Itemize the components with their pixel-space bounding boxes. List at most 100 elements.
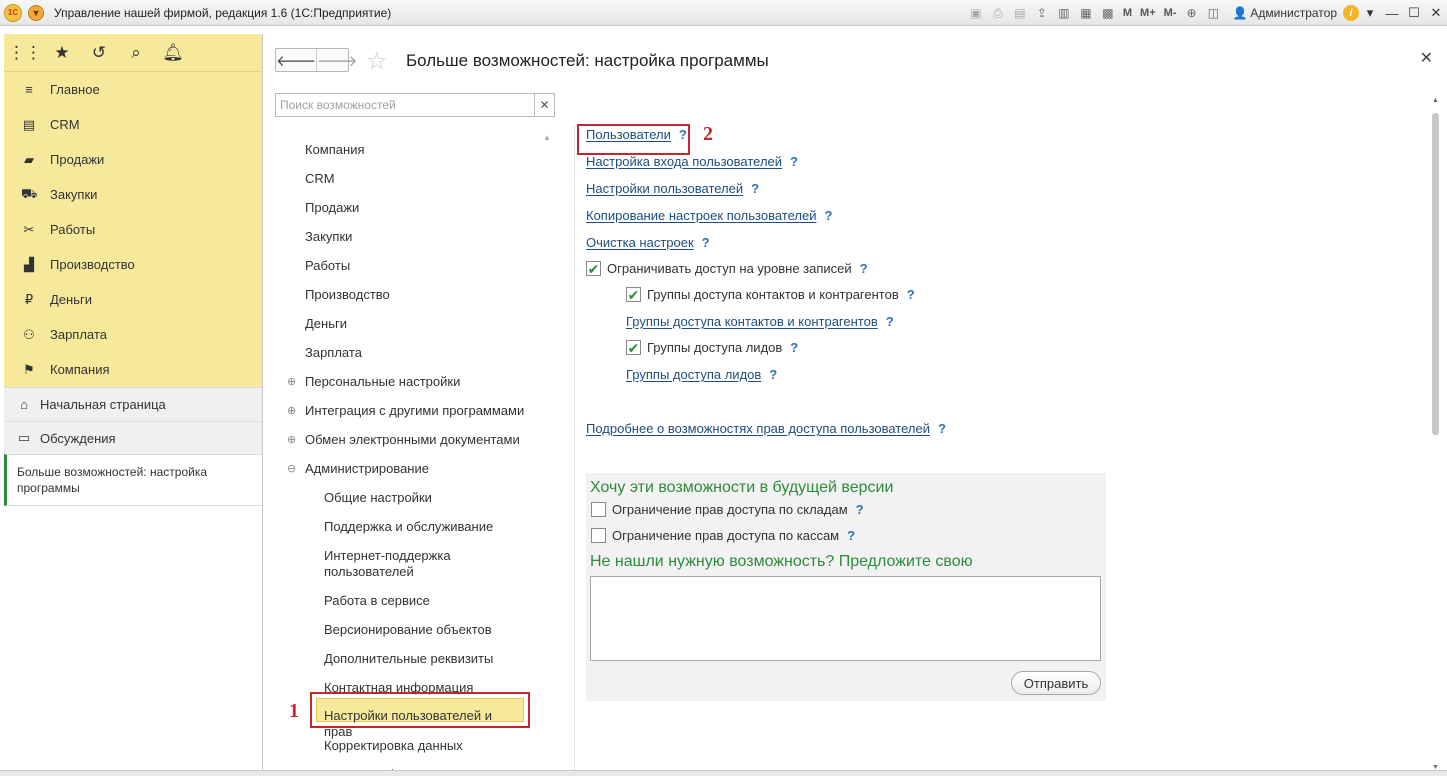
vertical-scrollbar[interactable]: ▲ ▼	[1431, 97, 1440, 771]
sidebar-item-salary[interactable]: ⚇ Зарплата	[4, 317, 262, 352]
sidebar-item-company[interactable]: ⚑ Компания	[4, 352, 262, 387]
leads-groups-link-help[interactable]: ?	[769, 367, 777, 382]
sidebar-item-money[interactable]: ₽ Деньги	[4, 282, 262, 317]
sidebar-item-discussions[interactable]: ▭ Обсуждения	[4, 421, 262, 454]
tree-item[interactable]: Производство	[305, 287, 545, 303]
tree-item[interactable]: CRM	[305, 171, 545, 187]
warehouses-checkbox[interactable]	[591, 502, 606, 517]
search-input[interactable]	[276, 94, 534, 116]
calendar-icon[interactable]: ▩	[1099, 4, 1117, 22]
more-info-help[interactable]: ?	[938, 421, 946, 436]
table-icon[interactable]: ▦	[1077, 4, 1095, 22]
panels-icon[interactable]: ◫	[1204, 4, 1222, 22]
login-settings-help[interactable]: ?	[790, 154, 798, 169]
sidebar-item-home[interactable]: ⌂ Начальная страница	[4, 388, 262, 421]
window-close-button[interactable]: ✕	[1425, 5, 1447, 21]
tree-item[interactable]: ⊕ Обмен электронными документами	[287, 432, 545, 448]
sidebar-item-main[interactable]: ≡ Главное	[4, 72, 262, 107]
back-arrow-icon[interactable]: 🡐	[276, 49, 316, 71]
restrict-records-checkbox[interactable]: ✔	[586, 261, 601, 276]
leads-groups-help[interactable]: ?	[790, 340, 798, 355]
contacts-groups-checkbox[interactable]: ✔	[626, 287, 641, 302]
tree-item-label: Работы	[305, 258, 351, 273]
tree-item[interactable]: Компания	[305, 142, 545, 158]
tree-item[interactable]: Деньги	[305, 316, 545, 332]
tree-item-label: Интеграция с другими программами	[305, 403, 525, 418]
cashboxes-checkbox[interactable]	[591, 528, 606, 543]
tree-item[interactable]: Закупки	[305, 229, 545, 245]
user-settings-help[interactable]: ?	[751, 181, 759, 196]
forward-arrow-icon[interactable]: 🡒	[316, 49, 357, 71]
preview-icon[interactable]: ▤	[1011, 4, 1029, 22]
info-icon[interactable]: i	[1343, 5, 1359, 21]
more-info-link[interactable]: Подробнее о возможностях прав доступа по…	[586, 421, 930, 436]
apps-grid-icon[interactable]: ⋮⋮	[8, 42, 42, 64]
form-close-icon[interactable]: ✕	[1420, 48, 1433, 68]
bell-icon[interactable]: 🔔︎	[162, 42, 184, 64]
copy-settings-help[interactable]: ?	[824, 208, 832, 223]
tree-item[interactable]: Корректировка данных	[324, 738, 524, 754]
tree-item[interactable]: Работы	[305, 258, 545, 274]
memory-m-button[interactable]: M	[1123, 7, 1132, 19]
page-title: Больше возможностей: настройка программы	[406, 51, 769, 70]
send-button[interactable]: Отправить	[1011, 671, 1101, 695]
tree-item[interactable]: Интернет-поддержка пользователей	[324, 548, 524, 580]
save-icon[interactable]: ▣	[967, 4, 985, 22]
tree-item[interactable]: Продажи	[305, 200, 545, 216]
scan-icon[interactable]: ▥	[1055, 4, 1073, 22]
tree-item[interactable]: Зарплата	[305, 345, 545, 361]
scroll-thumb[interactable]	[1432, 113, 1439, 435]
clear-settings-help[interactable]: ?	[702, 235, 710, 250]
user-menu[interactable]: 👤 Администратор	[1232, 6, 1337, 20]
zoom-icon[interactable]: ⊕	[1182, 4, 1200, 22]
tree-item-selected[interactable]: Настройки пользователей и прав	[324, 708, 524, 740]
leads-groups-link[interactable]: Группы доступа лидов	[626, 367, 761, 382]
contacts-groups-link[interactable]: Группы доступа контактов и контрагентов	[626, 314, 878, 329]
tree-item[interactable]: Поддержка и обслуживание	[324, 519, 524, 535]
info-dropdown-icon[interactable]: ▾	[1359, 5, 1381, 21]
scroll-up-arrow-icon[interactable]: ▲	[1431, 97, 1440, 104]
main-menu-dropdown-icon[interactable]: ▼	[28, 4, 44, 21]
expand-icon[interactable]: ⊕	[287, 374, 296, 390]
minimize-button[interactable]: —	[1381, 6, 1403, 21]
tree-item[interactable]: ⊕ Интеграция с другими программами	[287, 403, 545, 419]
sidebar-item-works[interactable]: ✂ Работы	[4, 212, 262, 247]
warehouses-help[interactable]: ?	[856, 502, 864, 517]
upload-icon[interactable]: ⇪	[1033, 4, 1051, 22]
clear-search-icon[interactable]: ✕	[534, 94, 554, 116]
contacts-groups-link-row: Группы доступа контактов и контрагентов …	[626, 314, 894, 329]
tree-item[interactable]: ⊖ Администрирование	[287, 461, 545, 477]
memory-m-minus-button[interactable]: M-	[1164, 7, 1177, 19]
contacts-groups-link-help[interactable]: ?	[886, 314, 894, 329]
tree-scroll-up-icon[interactable]: ▲	[543, 133, 551, 142]
tree-item[interactable]: ⊕ Персональные настройки	[287, 374, 545, 390]
suggestion-textarea[interactable]	[590, 576, 1101, 661]
history-icon[interactable]: ↺	[88, 42, 110, 64]
user-settings-link[interactable]: Настройки пользователей	[586, 181, 743, 196]
print-icon[interactable]: ⎙	[989, 4, 1007, 22]
tree-item[interactable]: Работа в сервисе	[324, 593, 524, 609]
open-window-item[interactable]: Больше возможностей: настройка программы	[4, 454, 262, 506]
restrict-records-help[interactable]: ?	[860, 261, 868, 276]
tree-item[interactable]: Дополнительные реквизиты	[324, 651, 524, 667]
maximize-button[interactable]: ☐	[1403, 5, 1425, 21]
tree-item[interactable]: Общие настройки	[324, 490, 524, 506]
sidebar-item-crm[interactable]: ▤ CRM	[4, 107, 262, 142]
sidebar-item-purchases[interactable]: ⛟ Закупки	[4, 177, 262, 212]
favorites-star-icon[interactable]: ★	[51, 42, 73, 64]
collapse-icon[interactable]: ⊖	[287, 461, 296, 477]
expand-icon[interactable]: ⊕	[287, 403, 296, 419]
memory-m-plus-button[interactable]: M+	[1140, 7, 1156, 19]
tree-item[interactable]: Версионирование объектов	[324, 622, 524, 638]
expand-icon[interactable]: ⊕	[287, 432, 296, 448]
copy-settings-link[interactable]: Копирование настроек пользователей	[586, 208, 816, 223]
clear-settings-link[interactable]: Очистка настроек	[586, 235, 694, 250]
login-settings-link[interactable]: Настройка входа пользователей	[586, 154, 782, 169]
favorite-star-icon[interactable]: ☆	[366, 47, 388, 76]
sidebar-item-production[interactable]: ▟ Производство	[4, 247, 262, 282]
sidebar-item-sales[interactable]: ▰ Продажи	[4, 142, 262, 177]
contacts-groups-help[interactable]: ?	[907, 287, 915, 302]
leads-groups-checkbox[interactable]: ✔	[626, 340, 641, 355]
cashboxes-help[interactable]: ?	[847, 528, 855, 543]
search-icon[interactable]: ⌕	[125, 42, 147, 64]
